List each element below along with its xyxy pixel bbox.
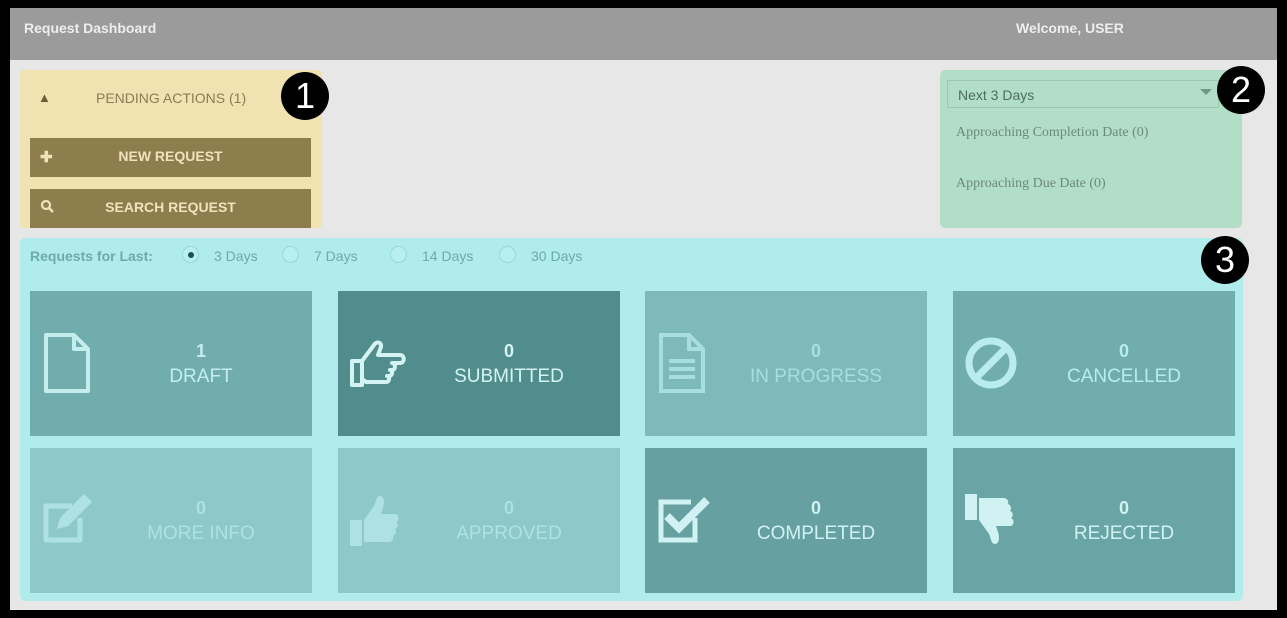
tile-count: 0 — [503, 498, 514, 518]
tile-draft[interactable]: 1 DRAFT — [30, 291, 312, 436]
thumbs-down-icon — [965, 494, 1014, 544]
welcome-text: Welcome, USER — [1016, 20, 1124, 36]
tile-in-progress[interactable]: 0 IN PROGRESS — [645, 291, 927, 436]
header-bar: Request Dashboard Welcome, USER — [10, 8, 1277, 60]
tile-label: APPROVED — [456, 523, 562, 544]
radio-circle[interactable] — [282, 246, 299, 263]
tile-label: COMPLETED — [756, 523, 876, 544]
callout-2: 2 — [1217, 66, 1265, 114]
warning-icon: ▲ — [38, 90, 51, 105]
radio-label: 7 Days — [314, 248, 358, 264]
callout-1: 1 — [281, 72, 329, 120]
tile-count: 0 — [1118, 498, 1129, 518]
date-range-select[interactable]: Next 3 Days — [947, 80, 1219, 108]
tile-label: IN PROGRESS — [750, 366, 882, 387]
tile-count: 1 — [195, 341, 206, 361]
requests-panel: Requests for Last: 3 Days 7 Days 14 Days… — [20, 238, 1243, 601]
file-icon — [44, 333, 90, 393]
tile-count: 0 — [810, 341, 821, 361]
radio-circle[interactable] — [390, 246, 407, 263]
actions-panel: ▲ PENDING ACTIONS (1) ✚ NEW REQUEST SEAR… — [20, 70, 322, 228]
hand-pointing-icon — [350, 340, 406, 387]
thumbs-up-icon — [350, 496, 399, 546]
callout-3: 3 — [1201, 236, 1249, 284]
tile-count: 0 — [503, 341, 514, 361]
approaching-completion-link[interactable]: Approaching Completion Date (0) — [956, 125, 1148, 141]
document-icon — [659, 333, 705, 393]
pending-actions-link[interactable]: ▲ PENDING ACTIONS (1) — [20, 90, 322, 110]
tile-count: 0 — [195, 498, 206, 518]
dashboard-window: Request Dashboard Welcome, USER ▲ PENDIN… — [10, 8, 1277, 610]
search-request-button[interactable]: SEARCH REQUEST — [30, 189, 311, 228]
check-square-icon — [658, 497, 710, 543]
ban-icon — [965, 337, 1017, 389]
radio-label: 3 Days — [214, 248, 258, 264]
tile-label: MORE INFO — [147, 523, 255, 544]
pending-actions-label: PENDING ACTIONS (1) — [96, 90, 247, 106]
new-request-label: NEW REQUEST — [118, 148, 223, 164]
tile-count: 0 — [1118, 341, 1129, 361]
edit-icon — [43, 494, 92, 543]
tile-label: DRAFT — [169, 366, 233, 387]
search-request-label: SEARCH REQUEST — [105, 199, 236, 215]
tile-more-info[interactable]: 0 MORE INFO — [30, 448, 312, 593]
radio-label: 14 Days — [422, 248, 474, 264]
radio-circle[interactable] — [499, 246, 516, 263]
upcoming-panel: Next 3 Days Approaching Completion Date … — [940, 70, 1242, 228]
approaching-due-link[interactable]: Approaching Due Date (0) — [956, 176, 1106, 192]
page-title: Request Dashboard — [24, 20, 157, 36]
chevron-down-icon — [1200, 89, 1212, 95]
tile-count: 0 — [810, 498, 821, 518]
tile-approved[interactable]: 0 APPROVED — [338, 448, 620, 593]
tile-completed[interactable]: 0 COMPLETED — [645, 448, 927, 593]
date-range-value: Next 3 Days — [958, 87, 1035, 103]
tile-label: SUBMITTED — [454, 366, 564, 387]
tile-submitted[interactable]: 0 SUBMITTED — [338, 291, 620, 436]
radio-circle[interactable] — [182, 246, 199, 263]
radio-label: 30 Days — [531, 248, 583, 264]
new-request-button[interactable]: ✚ NEW REQUEST — [30, 138, 311, 177]
filter-label: Requests for Last: — [30, 248, 153, 264]
tile-rejected[interactable]: 0 REJECTED — [953, 448, 1235, 593]
tile-label: REJECTED — [1073, 523, 1175, 544]
tile-cancelled[interactable]: 0 CANCELLED — [953, 291, 1235, 436]
tile-label: CANCELLED — [1066, 366, 1182, 387]
